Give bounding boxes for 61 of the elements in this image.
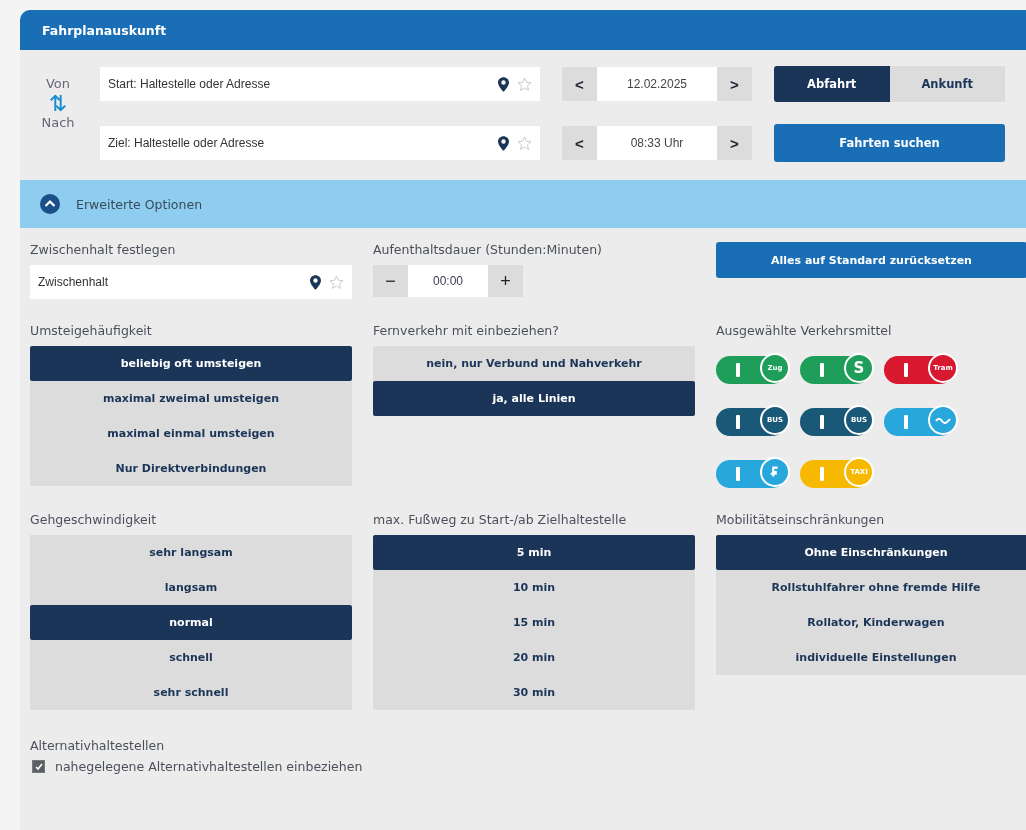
destination-field[interactable]: Ziel: Haltestelle oder Adresse	[100, 126, 540, 160]
stopover-field[interactable]: Zwischenhalt	[30, 265, 352, 299]
date-field[interactable]: 12.02.2025	[597, 67, 717, 101]
checkbox[interactable]	[32, 760, 45, 773]
option-button[interactable]: 5 min	[373, 535, 695, 570]
section-label: Zwischenhalt festlegen	[30, 242, 176, 257]
option-button[interactable]: sehr langsam	[30, 535, 352, 570]
checkbox-label: nahegelegene Alternativhaltestellen einbeziehen	[55, 759, 363, 774]
section-label: Mobilitätseinschränkungen	[716, 512, 885, 527]
direction-tab[interactable]: Abfahrt	[774, 66, 890, 102]
option-button[interactable]: 15 min	[373, 605, 695, 640]
section-label: max. Fußweg zu Start-/ab Zielhaltestelle	[373, 512, 627, 527]
later-time-button[interactable]: >	[717, 126, 752, 160]
option-button[interactable]: normal	[30, 605, 352, 640]
start-field[interactable]: Start: Haltestelle oder Adresse	[100, 67, 540, 101]
section-label: Ausgewählte Verkehrsmittel	[716, 323, 892, 338]
option-button[interactable]: langsam	[30, 570, 352, 605]
increase-button[interactable]: +	[488, 265, 523, 297]
option-button[interactable]: Rollstuhlfahrer ohne fremde Hilfe	[716, 570, 1026, 605]
option-button[interactable]: 10 min	[373, 570, 695, 605]
panel-title: Fahrplanauskunft	[42, 22, 167, 38]
option-button[interactable]: maximal einmal umsteigen	[30, 416, 352, 451]
section-label: Alternativhaltestellen	[30, 738, 166, 753]
option-button[interactable]: sehr schnell	[30, 675, 352, 710]
location-pin-icon[interactable]	[310, 274, 321, 290]
options-bar-label: Erweiterte Optionen	[76, 196, 203, 212]
option-button[interactable]: schnell	[30, 640, 352, 675]
option-button[interactable]: Nur Direktverbindungen	[30, 451, 352, 486]
previous-day-button[interactable]: <	[562, 67, 597, 101]
option-button[interactable]: 30 min	[373, 675, 695, 710]
location-pin-icon[interactable]	[498, 135, 509, 151]
star-icon[interactable]	[329, 274, 344, 290]
star-icon[interactable]	[517, 135, 532, 151]
option-button[interactable]: 20 min	[373, 640, 695, 675]
chevron-circle-icon[interactable]	[40, 194, 60, 214]
option-button[interactable]: maximal zweimal umsteigen	[30, 381, 352, 416]
section-label: Fernverkehr mit einbeziehen?	[373, 323, 559, 338]
section-label: Umsteigehäufigkeit	[30, 323, 152, 338]
reset-button[interactable]: Alles auf Standard zurücksetzen	[716, 242, 1026, 278]
next-day-button[interactable]: >	[717, 67, 752, 101]
search-button[interactable]: Fahrten suchen	[774, 124, 1005, 162]
options-bar[interactable]: Erweiterte Optionen	[20, 180, 1026, 228]
section-label: Gehgeschwindigkeit	[30, 512, 157, 527]
swap-arrows-icon[interactable]	[49, 93, 67, 113]
direction-tab[interactable]: Ankunft	[889, 66, 1005, 102]
section-label: Aufenthaltsdauer (Stunden:Minuten)	[373, 242, 602, 257]
earlier-time-button[interactable]: <	[562, 126, 597, 160]
from-label: Von	[45, 76, 71, 91]
time-field[interactable]: 08:33 Uhr	[597, 126, 717, 160]
to-label: Nach	[41, 115, 75, 130]
location-pin-icon[interactable]	[498, 76, 509, 92]
transport-label: S	[853, 360, 865, 376]
option-button[interactable]: ja, alle Linien	[373, 381, 695, 416]
option-button[interactable]: nein, nur Verbund und Nahverkehr	[373, 346, 695, 381]
option-button[interactable]: Rollator, Kinderwagen	[716, 605, 1026, 640]
duration-field[interactable]: 00:00	[408, 265, 488, 297]
option-button[interactable]: individuelle Einstellungen	[716, 640, 1026, 675]
option-button[interactable]: Ohne Einschränkungen	[716, 535, 1026, 570]
option-button[interactable]: beliebig oft umsteigen	[30, 346, 352, 381]
decrease-button[interactable]: −	[373, 265, 408, 297]
star-icon[interactable]	[517, 76, 532, 92]
